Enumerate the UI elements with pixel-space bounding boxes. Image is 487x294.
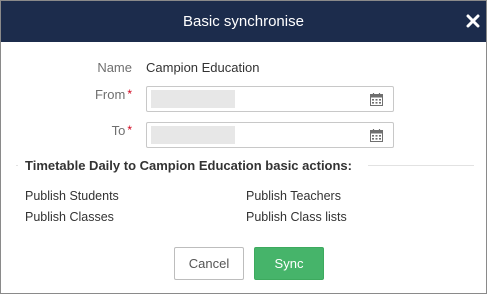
cancel-button[interactable]: Cancel: [174, 247, 244, 280]
required-marker: *: [127, 123, 132, 137]
from-label-text: From: [94, 87, 126, 102]
action-publish-class-lists: Publish Class lists: [246, 210, 347, 224]
to-date-input[interactable]: [146, 122, 394, 148]
calendar-icon[interactable]: [370, 93, 383, 106]
to-label-text: To: [111, 123, 126, 138]
from-date-value: [151, 90, 235, 108]
name-value: Campion Education: [146, 60, 260, 75]
close-icon[interactable]: [466, 14, 480, 28]
action-publish-classes: Publish Classes: [25, 210, 114, 224]
from-label: From *: [1, 87, 132, 102]
section-title: Timetable Daily to Campion Education bas…: [25, 158, 352, 173]
dialog-titlebar: Basic synchronise: [1, 1, 486, 42]
basic-synchronise-dialog: Basic synchronise Name Campion Education…: [0, 0, 487, 294]
required-marker: *: [127, 87, 132, 101]
action-publish-teachers: Publish Teachers: [246, 189, 341, 203]
from-date-input[interactable]: [146, 86, 394, 112]
to-label: To *: [1, 123, 132, 138]
to-date-value: [151, 126, 235, 144]
action-publish-students: Publish Students: [25, 189, 119, 203]
sync-button[interactable]: Sync: [254, 247, 324, 280]
dialog-title: Basic synchronise: [183, 13, 304, 30]
name-label: Name: [97, 60, 132, 75]
calendar-icon[interactable]: [370, 129, 383, 142]
